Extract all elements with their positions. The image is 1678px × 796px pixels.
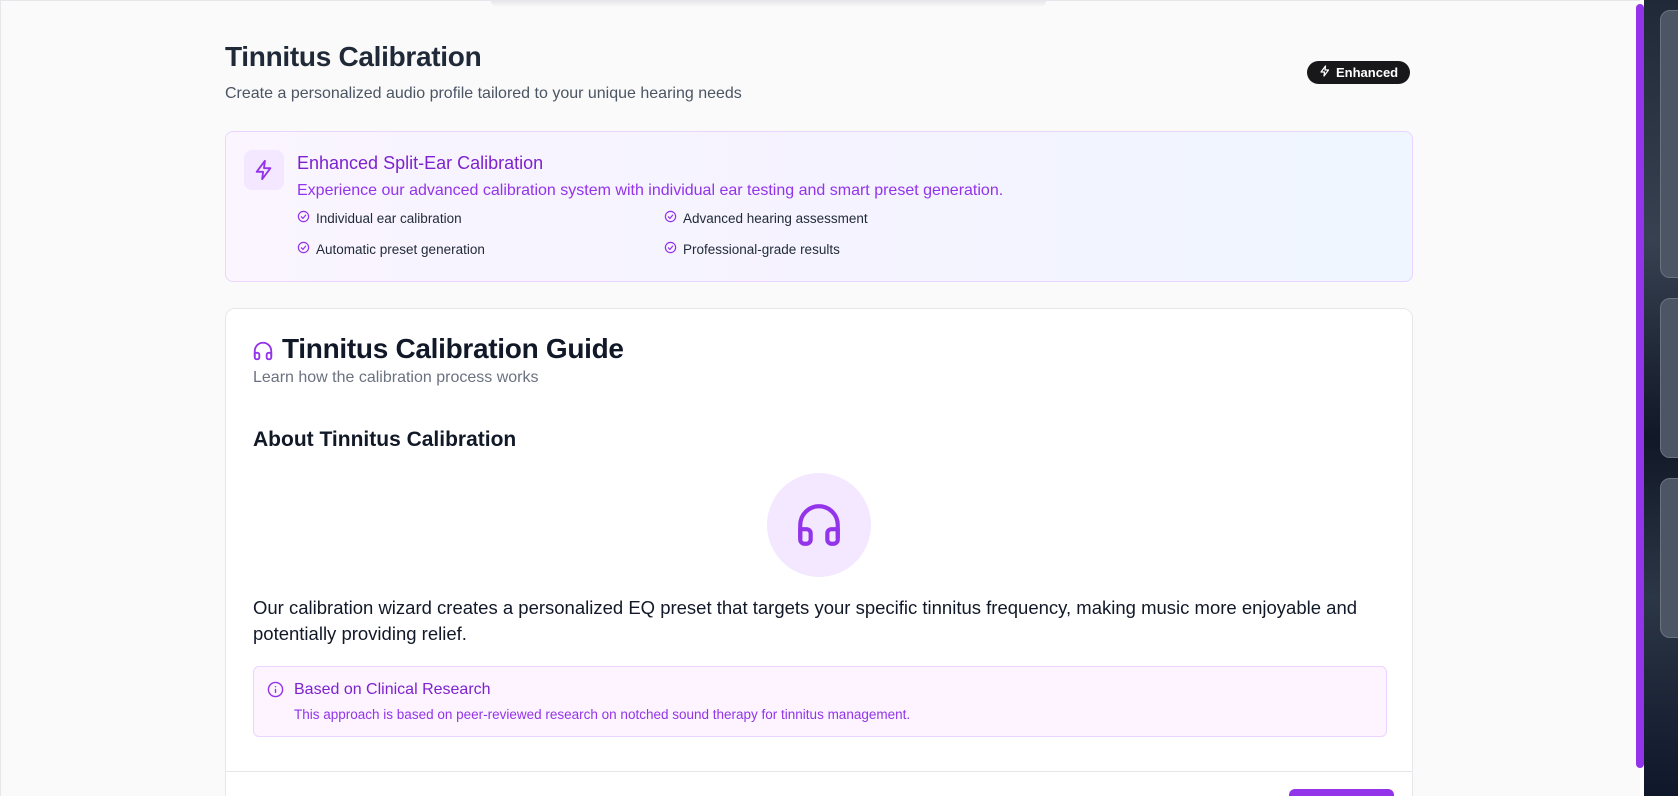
promo-description: Experience our advanced calibration syst… (297, 182, 1004, 199)
page-subtitle: Create a personalized audio profile tail… (225, 85, 742, 102)
feature-label: Automatic preset generation (316, 241, 485, 257)
feature-item: Individual ear calibration (297, 210, 462, 226)
scrollbar[interactable] (1636, 4, 1644, 768)
info-icon (267, 681, 284, 703)
guide-card: Tinnitus Calibration Guide Learn how the… (225, 308, 1413, 796)
feature-item: Automatic preset generation (297, 241, 485, 257)
headphones-icon (252, 340, 274, 367)
guide-title: Tinnitus Calibration Guide (282, 333, 624, 364)
promo-card: Enhanced Split-Ear Calibration Experienc… (225, 131, 1413, 282)
research-description: This approach is based on peer-reviewed … (294, 707, 911, 722)
background-card (1660, 478, 1678, 638)
feature-item: Professional-grade results (664, 241, 840, 257)
check-circle-icon (297, 241, 310, 257)
feature-item: Advanced hearing assessment (664, 210, 868, 226)
feature-label: Advanced hearing assessment (683, 210, 868, 226)
guide-body: Our calibration wizard creates a persona… (253, 597, 1358, 644)
zap-icon (244, 150, 284, 190)
feature-label: Professional-grade results (683, 241, 840, 257)
check-circle-icon (297, 210, 310, 226)
feature-label: Individual ear calibration (316, 210, 462, 226)
research-callout: Based on Clinical Research This approach… (253, 666, 1387, 737)
background-card (1660, 298, 1678, 458)
check-circle-icon (664, 241, 677, 257)
page: Tinnitus Calibration Create a personaliz… (0, 0, 1640, 796)
about-title: About Tinnitus Calibration (253, 428, 517, 451)
top-shadow (491, 1, 1046, 7)
research-title: Based on Clinical Research (294, 681, 491, 698)
promo-title: Enhanced Split-Ear Calibration (297, 153, 544, 173)
guide-subtitle: Learn how the calibration process works (253, 369, 539, 386)
badge-label: Enhanced (1336, 65, 1399, 80)
check-circle-icon (664, 210, 677, 226)
page-title: Tinnitus Calibration (225, 41, 482, 72)
zap-icon (1319, 65, 1331, 80)
divider (226, 771, 1412, 772)
headphones-icon (767, 473, 871, 577)
enhanced-badge: Enhanced (1307, 61, 1411, 84)
next-button[interactable] (1289, 789, 1394, 796)
background-card (1660, 10, 1678, 278)
